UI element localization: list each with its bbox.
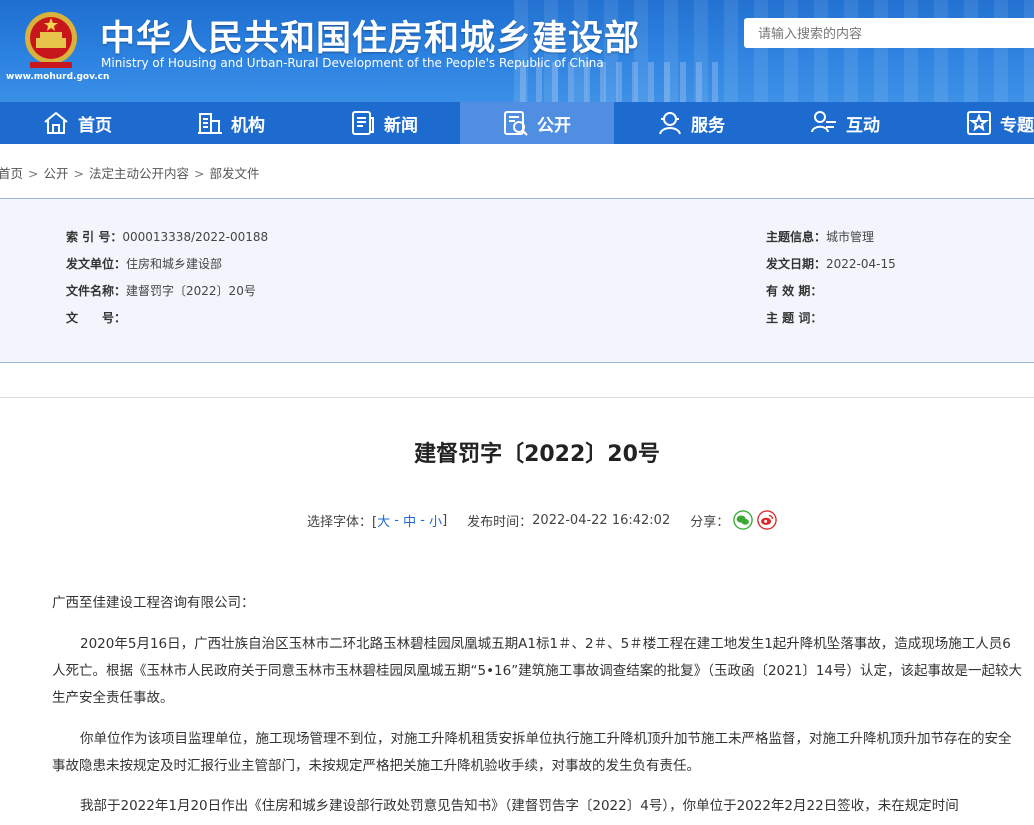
nav-item-topic[interactable]: 专题	[922, 102, 1034, 144]
topic-icon	[967, 111, 991, 135]
interaction-icon	[811, 111, 836, 133]
paragraph-2: 你单位作为该项目监理单位，施工现场管理不到位，对施工升降机租赁安拆单位执行施工升…	[52, 731, 1012, 774]
weibo-share-icon[interactable]	[757, 510, 778, 530]
meta-validity: 有 效 期：	[766, 284, 823, 298]
breadcrumb: 首页 > 公开 > 法定主动公开内容 > 部发文件	[0, 166, 260, 181]
breadcrumb-disclosure[interactable]: 公开	[44, 166, 69, 181]
divider	[0, 397, 1034, 398]
main-nav: 首页 机构 新闻 公开 服务 互动 专题	[0, 102, 1034, 144]
meta-index: 索 引 号：000013338/2022-00188	[66, 230, 269, 244]
paragraph-3: 我部于2022年1月20日作出《住房和城乡建设部行政处罚意见告知书》（建督罚告字…	[80, 798, 959, 814]
home-icon	[44, 111, 68, 134]
news-icon	[352, 111, 374, 135]
nav-item-label: 机构	[231, 115, 265, 136]
breadcrumb-ministry-documents[interactable]: 部发文件	[210, 166, 260, 181]
salutation: 广西至佳建设工程咨询有限公司：	[52, 595, 255, 611]
nav-item-label: 互动	[846, 115, 880, 136]
font-size-label: 选择字体：[	[307, 514, 378, 530]
publish-time: 2022-04-22 16:42:02	[532, 512, 671, 528]
national-emblem-icon[interactable]	[22, 8, 80, 72]
font-large-button[interactable]: 大	[377, 511, 390, 530]
meta-keywords: 主 题 词：	[766, 311, 823, 325]
publish-label: 发布时间：	[467, 514, 533, 530]
paragraph: 我部于2022年1月20日作出《住房和城乡建设部行政处罚意见告知书》（建督罚告字…	[52, 793, 1024, 820]
nav-item-news[interactable]: 新闻	[307, 102, 461, 144]
font-medium-button[interactable]: 中	[403, 511, 416, 530]
service-icon	[659, 112, 681, 135]
nav-item-organization[interactable]: 机构	[154, 102, 308, 144]
nav-item-disclosure[interactable]: 公开	[460, 102, 614, 144]
paragraph: 2020年5月16日，广西壮族自治区玉林市二环北路玉林碧桂园凤凰城五期A1标1＃…	[52, 631, 1024, 712]
nav-item-label: 公开	[537, 115, 571, 136]
nav-item-interaction[interactable]: 互动	[768, 102, 922, 144]
breadcrumb-home[interactable]: 首页	[0, 166, 23, 181]
nav-item-label: 首页	[78, 115, 112, 136]
site-url: www.mohurd.gov.cn	[6, 72, 110, 82]
search-box	[744, 18, 1034, 48]
document-tools: 选择字体：[ 大 - 中 - 小 ] 发布时间： 2022-04-22 16:4…	[307, 510, 778, 530]
disclosure-icon	[504, 111, 528, 136]
document-body: 广西至佳建设工程咨询有限公司：	[52, 590, 1024, 617]
site-header: www.mohurd.gov.cn 中华人民共和国住房和城乡建设部 Minist…	[0, 0, 1034, 102]
meta-issue-date: 发文日期：2022-04-15	[766, 257, 896, 271]
document-title: 建督罚字〔2022〕20号	[414, 442, 660, 467]
font-size-label-close: ]	[442, 512, 448, 528]
building-icon	[198, 113, 222, 134]
share-label: 分享：	[690, 514, 730, 530]
wechat-share-icon[interactable]	[733, 510, 754, 530]
site-title[interactable]: 中华人民共和国住房和城乡建设部	[100, 10, 640, 61]
nav-item-home[interactable]: 首页	[0, 102, 154, 144]
meta-document-number: 文 号：	[66, 311, 127, 325]
meta-topic: 主题信息：城市管理	[766, 230, 875, 244]
font-small-button[interactable]: 小	[429, 511, 442, 530]
site-subtitle: Ministry of Housing and Urban-Rural Deve…	[101, 56, 604, 70]
nav-item-label: 服务	[691, 115, 725, 136]
meta-filename: 文件名称：建督罚字〔2022〕20号	[66, 284, 256, 298]
nav-item-label: 专题	[1000, 115, 1034, 136]
nav-item-service[interactable]: 服务	[614, 102, 768, 144]
document-meta: 索 引 号：000013338/2022-00188 发文单位：住房和城乡建设部…	[0, 198, 1034, 363]
paragraph-1: 2020年5月16日，广西壮族自治区玉林市二环北路玉林碧桂园凤凰城五期A1标1＃…	[52, 636, 1023, 706]
paragraph: 你单位作为该项目监理单位，施工现场管理不到位，对施工升降机租赁安拆单位执行施工升…	[52, 726, 1024, 780]
search-input[interactable]	[744, 18, 1018, 48]
breadcrumb-statutory-content[interactable]: 法定主动公开内容	[89, 166, 189, 181]
nav-item-label: 新闻	[384, 115, 418, 136]
meta-issuer: 发文单位：住房和城乡建设部	[66, 257, 223, 271]
